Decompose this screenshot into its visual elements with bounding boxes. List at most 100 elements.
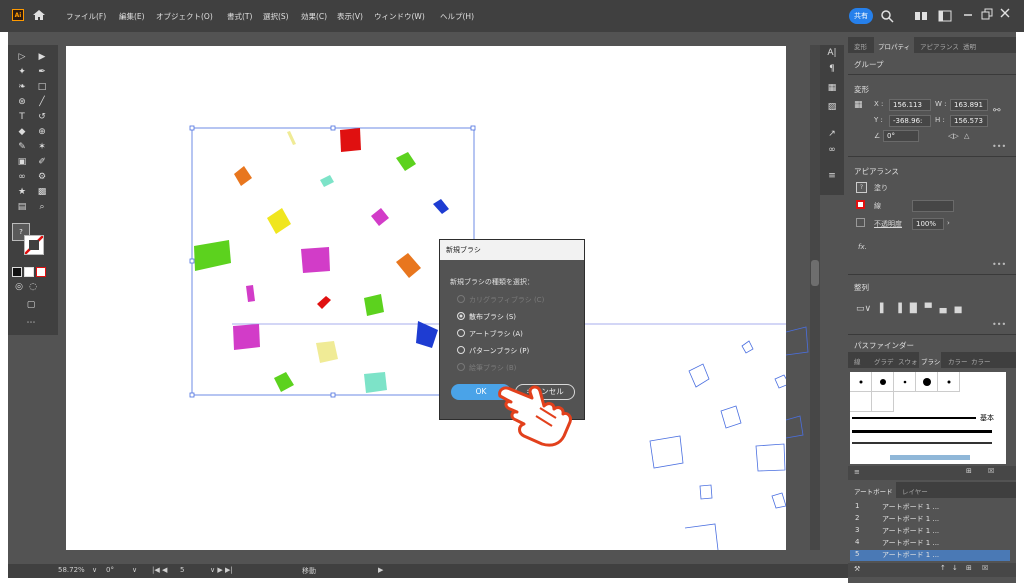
zoom-level[interactable]: 58.72% xyxy=(58,566,85,574)
restore-icon[interactable] xyxy=(981,8,993,20)
search-icon[interactable] xyxy=(880,9,894,23)
live-paint-icon[interactable]: ⚙ xyxy=(35,171,49,183)
tab-transparency[interactable]: 透明 xyxy=(963,41,976,51)
menu-object[interactable]: オブジェクト(O) xyxy=(156,11,213,22)
reference-point-icon[interactable]: ▦ xyxy=(854,100,863,110)
fill-color-icon[interactable]: ? xyxy=(856,182,867,193)
tab-transform[interactable]: 変形 xyxy=(854,41,867,51)
flip-vertical-icon[interactable]: △ xyxy=(964,132,969,140)
artboard-tool-icon[interactable]: ▩ xyxy=(35,186,49,198)
stroke-swatch-icon[interactable] xyxy=(24,235,44,255)
pencil-tool-icon[interactable]: ╱ xyxy=(35,96,49,108)
brush-dot-medium[interactable] xyxy=(872,372,894,392)
status-menu-icon[interactable]: ▶ xyxy=(378,566,383,574)
brush-dot-large[interactable] xyxy=(916,372,938,392)
export-icon[interactable]: ↗ xyxy=(825,128,839,140)
character-panel-icon[interactable]: A| xyxy=(825,47,839,59)
tab-stroke[interactable]: 線 xyxy=(854,356,861,366)
tab-color-guide[interactable]: カラー xyxy=(971,356,991,366)
tab-color[interactable]: カラー xyxy=(948,356,968,366)
tab-properties[interactable]: プロパティ xyxy=(878,41,910,51)
brush-selected-stroke[interactable] xyxy=(890,455,970,460)
radio-pattern-brush[interactable]: パターンブラシ (P) xyxy=(457,346,529,356)
flip-horizontal-icon[interactable]: ◁▷ xyxy=(948,132,959,140)
brush-charcoal-stroke[interactable] xyxy=(852,430,992,433)
y-field[interactable]: -368.96: xyxy=(889,115,931,127)
appearance-more-icon[interactable]: ••• xyxy=(992,260,1006,269)
color-mode-icon[interactable] xyxy=(12,267,22,277)
opacity-label[interactable]: 不透明度 xyxy=(874,219,902,229)
rectangle-tool-icon[interactable]: □ xyxy=(35,81,49,93)
new-artboard-icon[interactable]: ⊞ xyxy=(966,564,972,572)
brush-ink-stroke[interactable] xyxy=(852,442,992,444)
gradient-mode-icon[interactable] xyxy=(24,267,34,277)
symbol-sprayer-icon[interactable]: ⊛ xyxy=(15,96,29,108)
menu-window[interactable]: ウィンドウ(W) xyxy=(374,11,425,22)
draw-behind-icon[interactable]: ◌ xyxy=(26,281,40,293)
angle-field[interactable]: 0° xyxy=(883,130,919,142)
selection-tool-icon[interactable]: ▷ xyxy=(15,51,29,63)
eyedropper-tool-icon[interactable]: ✐ xyxy=(35,156,49,168)
share-button[interactable]: 共有 xyxy=(849,8,873,24)
image-trace-icon[interactable]: ▨ xyxy=(825,101,839,113)
minimize-icon[interactable] xyxy=(963,10,973,20)
artboard-row[interactable]: 2 アートボード 1 ... xyxy=(850,514,1010,525)
pen-tool-icon[interactable]: ✒ xyxy=(35,66,49,78)
glyphs-panel-icon[interactable]: ▦ xyxy=(825,82,839,94)
artboard-row-selected[interactable]: 5 アートボード 1 ... xyxy=(850,550,1010,561)
tab-layers[interactable]: レイヤー xyxy=(902,486,928,496)
rearrange-artboards-icon[interactable]: ⚒ xyxy=(854,565,860,573)
rotation-value[interactable]: 0° xyxy=(106,566,114,574)
menu-edit[interactable]: 編集(E) xyxy=(119,11,145,22)
stroke-weight-field[interactable] xyxy=(912,200,954,212)
delete-artboard-icon[interactable]: ☒ xyxy=(982,564,988,572)
eraser-tool-icon[interactable]: ◆ xyxy=(15,126,29,138)
arrange-documents-icon[interactable] xyxy=(914,10,928,22)
radio-art-brush[interactable]: アートブラシ (A) xyxy=(457,329,523,339)
home-icon[interactable] xyxy=(32,8,46,22)
menu-file[interactable]: ファイル(F) xyxy=(66,11,106,22)
align-panel-icon[interactable]: ≡ xyxy=(825,170,839,182)
align-to-icon[interactable]: ▭∨ xyxy=(856,304,871,314)
links-icon[interactable]: ∞ xyxy=(825,144,839,156)
artboard[interactable] xyxy=(66,46,786,550)
brush-dot-small[interactable] xyxy=(850,372,872,392)
artboard-number[interactable]: 5 xyxy=(180,566,184,574)
paragraph-panel-icon[interactable]: ¶ xyxy=(825,63,839,75)
menu-help[interactable]: ヘルプ(H) xyxy=(440,11,474,22)
zoom-dropdown-icon[interactable]: ∨ xyxy=(92,566,97,574)
transform-more-icon[interactable]: ••• xyxy=(992,142,1006,151)
pin-tool-icon[interactable]: ★ xyxy=(15,186,29,198)
vertical-scrollbar[interactable] xyxy=(810,45,820,550)
brush-dot-xsmall[interactable] xyxy=(938,372,960,392)
none-mode-icon[interactable] xyxy=(36,267,46,277)
constrain-proportions-icon[interactable]: ⚯ xyxy=(993,106,1001,116)
gradient-tool-icon[interactable]: ▣ xyxy=(15,156,29,168)
screen-mode-icon[interactable] xyxy=(938,10,952,22)
fx-button[interactable]: fx. xyxy=(858,243,867,251)
x-field[interactable]: 156.113 xyxy=(889,99,931,111)
curvature-tool-icon[interactable]: ❧ xyxy=(15,81,29,93)
opacity-field[interactable]: 100% xyxy=(912,218,944,230)
rotate-tool-icon[interactable]: ↺ xyxy=(35,111,49,123)
shape-builder-icon[interactable]: ⊕ xyxy=(35,126,49,138)
stroke-color-icon[interactable] xyxy=(856,200,865,209)
move-up-icon[interactable]: ↑ xyxy=(940,564,946,572)
move-down-icon[interactable]: ↓ xyxy=(952,564,958,572)
brush-basic-stroke[interactable] xyxy=(852,417,976,419)
next-artboard-icon[interactable]: ∨ ▶ ▶| xyxy=(210,566,233,574)
artboard-row[interactable]: 1 アートボード 1 ... xyxy=(850,502,1010,513)
brush-library-icon[interactable]: ≡ xyxy=(854,468,860,476)
first-artboard-icon[interactable]: |◀ ◀ xyxy=(152,566,167,574)
direct-selection-tool-icon[interactable]: ▶ xyxy=(35,51,49,63)
type-tool-icon[interactable]: T xyxy=(15,111,29,123)
artboard-row[interactable]: 3 アートボード 1 ... xyxy=(850,526,1010,537)
zoom-tool-icon[interactable]: ⌕ xyxy=(35,201,49,213)
close-icon[interactable] xyxy=(1000,8,1010,18)
align-more-icon[interactable]: ••• xyxy=(992,320,1006,329)
menu-type[interactable]: 書式(T) xyxy=(227,11,252,22)
scroll-thumb[interactable] xyxy=(811,260,819,286)
tab-brushes[interactable]: ブラシ xyxy=(921,356,940,366)
paintbrush-tool-icon[interactable]: ✎ xyxy=(15,141,29,153)
radio-scatter-brush[interactable]: 散布ブラシ (S) xyxy=(457,312,516,322)
